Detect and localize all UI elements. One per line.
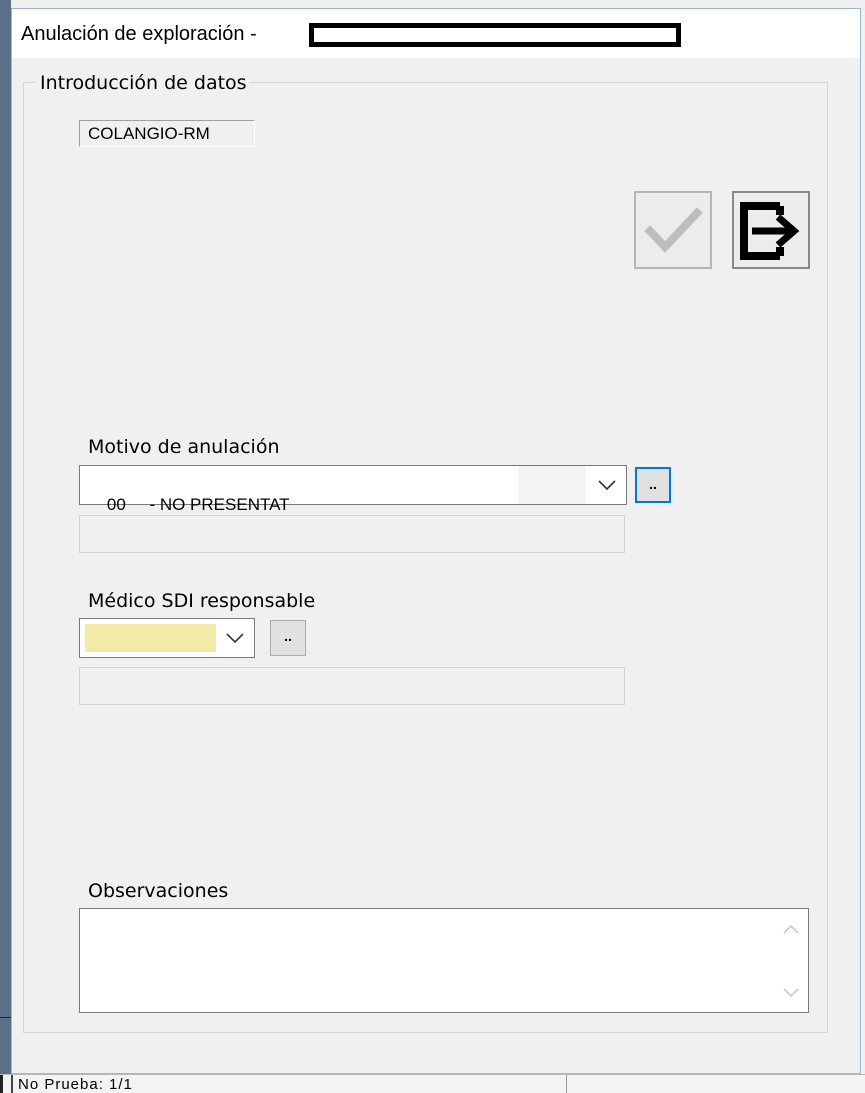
medico-browse-button[interactable]: .. bbox=[270, 620, 306, 656]
medico-name-field bbox=[79, 667, 625, 705]
redacted-patient-name bbox=[309, 23, 681, 47]
status-divider bbox=[566, 1075, 567, 1093]
observaciones-textarea[interactable] bbox=[79, 908, 809, 1013]
background-divider bbox=[0, 1017, 11, 1018]
exit-arrow-icon bbox=[740, 202, 800, 260]
motivo-browse-button[interactable]: .. bbox=[635, 467, 671, 503]
dialog-title: Anulación de exploración - bbox=[21, 23, 257, 45]
background-status-bar: No Prueba: 1/1 bbox=[0, 1074, 865, 1093]
observaciones-label: Observaciones bbox=[88, 880, 229, 902]
status-separator bbox=[11, 1075, 13, 1093]
background-window-edge bbox=[0, 0, 11, 1092]
motivo-description-field bbox=[79, 515, 625, 553]
chevron-down-icon[interactable] bbox=[596, 478, 618, 492]
motivo-text: - NO PRESENTAT bbox=[149, 495, 290, 514]
scroll-up-icon[interactable] bbox=[782, 923, 800, 935]
exit-button[interactable] bbox=[732, 191, 810, 269]
background-status-text: No Prueba: 1/1 bbox=[18, 1076, 133, 1093]
motivo-code: 00 bbox=[106, 495, 126, 514]
check-icon bbox=[644, 207, 703, 253]
dialog-titlebar[interactable]: Anulación de exploración - bbox=[12, 9, 860, 58]
select-highlight bbox=[518, 466, 586, 504]
groupbox-legend: Introducción de datos bbox=[37, 72, 250, 94]
scroll-down-icon[interactable] bbox=[782, 987, 800, 999]
accept-button[interactable] bbox=[634, 191, 712, 269]
medico-required-input[interactable] bbox=[85, 624, 216, 652]
motivo-select[interactable]: 00 - NO PRESENTAT bbox=[79, 465, 627, 514]
status-separator bbox=[0, 1075, 3, 1093]
medico-label: Médico SDI responsable bbox=[88, 590, 316, 612]
medico-select[interactable] bbox=[79, 618, 255, 658]
chevron-down-icon[interactable] bbox=[224, 631, 246, 645]
study-code-label: COLANGIO-RM bbox=[79, 120, 255, 147]
motivo-label: Motivo de anulación bbox=[88, 436, 280, 458]
